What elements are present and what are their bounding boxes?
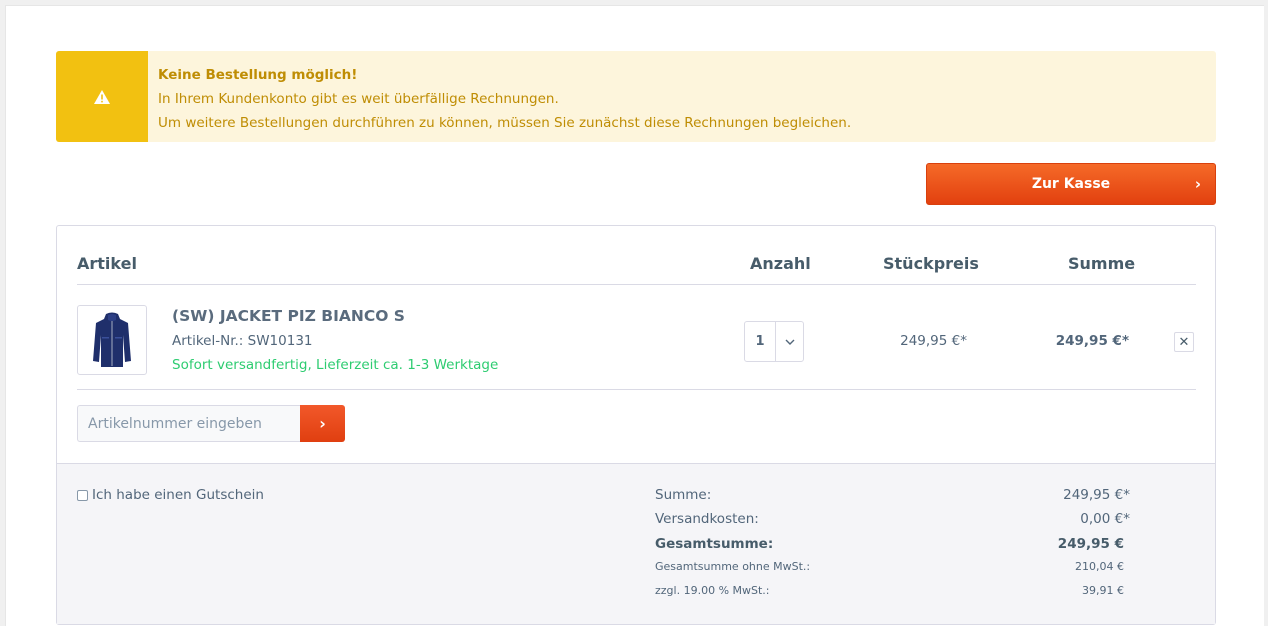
close-icon: ✕ — [1178, 334, 1190, 350]
delivery-status: Sofort versandfertig, Lieferzeit ca. 1-3… — [172, 357, 499, 373]
add-article-button[interactable]: › — [300, 405, 345, 442]
product-sku: Artikel-Nr.: SW10131 — [172, 333, 313, 349]
alert-title: Keine Bestellung möglich! — [158, 67, 358, 83]
chevron-right-icon: › — [1194, 175, 1201, 193]
alert-line-1: In Ihrem Kundenkonto gibt es weit überfä… — [158, 91, 559, 107]
alert-icon-box — [56, 51, 148, 142]
remove-item-button[interactable]: ✕ — [1174, 332, 1194, 352]
shipping-label: Versandkosten: — [655, 511, 759, 527]
article-number-input[interactable] — [77, 405, 301, 442]
jacket-icon — [93, 312, 131, 367]
warning-icon — [94, 89, 110, 104]
voucher-checkbox-label[interactable]: Ich habe einen Gutschein — [77, 487, 264, 503]
line-total: 249,95 €* — [1055, 333, 1129, 349]
net-total-value: 210,04 € — [1075, 560, 1124, 573]
checkout-button-label: Zur Kasse — [1031, 176, 1111, 192]
cart-table: Artikel Anzahl Stückpreis Summe (SW) JAC… — [56, 225, 1216, 625]
sum-value: 249,95 €* — [1063, 487, 1130, 503]
page: Keine Bestellung möglich! In Ihrem Kunde… — [5, 5, 1264, 626]
unit-price: 249,95 €* — [900, 333, 967, 349]
header-sum: Summe — [1068, 254, 1136, 273]
net-total-label: Gesamtsumme ohne MwSt.: — [655, 560, 811, 573]
checkout-button[interactable]: Zur Kasse › — [926, 163, 1216, 205]
chevron-down-icon — [776, 322, 803, 361]
quantity-select[interactable]: 1 — [744, 321, 804, 362]
voucher-label: Ich habe einen Gutschein — [92, 487, 264, 503]
header-unit-price: Stückpreis — [883, 254, 979, 273]
alert-line-2: Um weitere Bestellungen durchführen zu k… — [158, 115, 852, 131]
error-alert: Keine Bestellung möglich! In Ihrem Kunde… — [56, 51, 1216, 142]
sum-label: Summe: — [655, 487, 712, 503]
header-article: Artikel — [77, 254, 137, 273]
row-divider — [77, 389, 1196, 390]
product-thumbnail[interactable] — [77, 305, 147, 375]
total-value: 249,95 € — [1057, 536, 1124, 552]
cart-summary-area: Ich habe einen Gutschein Summe: 249,95 €… — [57, 463, 1215, 624]
vat-label: zzgl. 19.00 % MwSt.: — [655, 584, 770, 597]
shipping-value: 0,00 €* — [1080, 511, 1130, 527]
chevron-right-icon: › — [319, 414, 326, 433]
header-quantity: Anzahl — [750, 254, 811, 273]
quantity-value: 1 — [755, 334, 765, 349]
product-name[interactable]: (SW) JACKET PIZ BIANCO S — [172, 307, 405, 325]
header-divider — [77, 284, 1196, 285]
voucher-checkbox[interactable] — [77, 489, 88, 501]
alert-body: Keine Bestellung möglich! In Ihrem Kunde… — [158, 63, 851, 135]
vat-value: 39,91 € — [1082, 584, 1124, 597]
total-label: Gesamtsumme: — [655, 536, 774, 552]
